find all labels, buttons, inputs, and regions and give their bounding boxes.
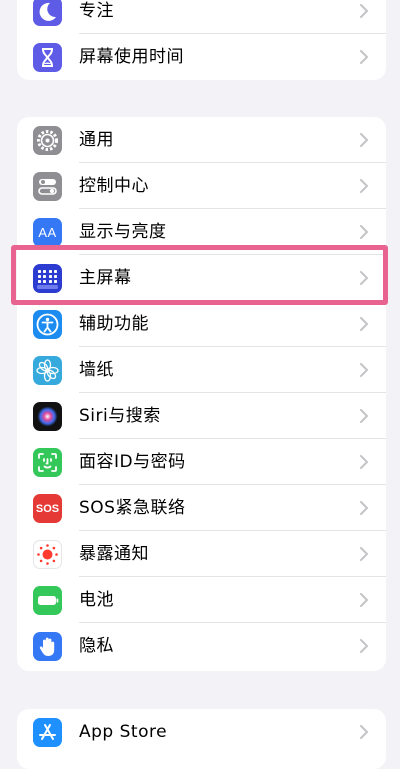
flower-icon	[33, 356, 62, 385]
settings-row-wallpaper[interactable]: 墙纸	[17, 347, 386, 393]
settings-row-control-center[interactable]: 控制中心	[17, 163, 386, 209]
chevron-right-icon	[360, 179, 368, 193]
chevron-right-icon	[360, 547, 368, 561]
exposure-icon	[33, 540, 62, 569]
battery-icon	[33, 586, 62, 615]
settings-row-label: App Store	[79, 722, 168, 742]
settings-group-app-store: App Store	[17, 709, 386, 769]
face-id-icon	[33, 448, 62, 477]
settings-row-focus[interactable]: 专注	[17, 0, 386, 34]
chevron-right-icon	[360, 4, 368, 18]
chevron-right-icon	[360, 50, 368, 64]
chevron-right-icon	[360, 593, 368, 607]
chevron-right-icon	[360, 455, 368, 469]
settings-row-label: 主屏幕	[79, 268, 132, 288]
sos-glyph: SOS	[35, 502, 60, 515]
settings-row-label: 显示与亮度	[79, 222, 167, 242]
settings-row-siri-search[interactable]: Siri与搜索	[17, 393, 386, 439]
settings-row-emergency-sos[interactable]: SOS SOS紧急联络	[17, 485, 386, 531]
app-store-icon	[33, 718, 62, 747]
chevron-right-icon	[360, 133, 368, 147]
settings-group-main: 通用 控制中心 AA 显示与亮度 主屏幕 辅助功能 墙纸 Siri与搜索 面容I…	[17, 117, 386, 671]
moon-icon	[33, 0, 62, 26]
settings-row-label: 控制中心	[79, 176, 149, 196]
settings-row-app-store[interactable]: App Store	[17, 709, 386, 755]
toggles-icon	[33, 172, 62, 201]
settings-row-label: 暴露通知	[79, 544, 149, 564]
settings-row-label: 面容ID与密码	[79, 452, 186, 472]
chevron-right-icon	[360, 725, 368, 739]
chevron-right-icon	[360, 225, 368, 239]
settings-row-label: 专注	[79, 1, 114, 21]
chevron-right-icon	[360, 409, 368, 423]
chevron-right-icon	[360, 317, 368, 331]
settings-row-label: Siri与搜索	[79, 406, 161, 426]
text-size-icon: AA	[33, 218, 62, 247]
settings-row-exposure-notifications[interactable]: 暴露通知	[17, 531, 386, 577]
settings-row-label: 屏幕使用时间	[79, 47, 184, 67]
sos-icon: SOS	[33, 494, 62, 523]
settings-row-accessibility[interactable]: 辅助功能	[17, 301, 386, 347]
settings-row-label: 隐私	[79, 636, 114, 656]
settings-row-label: 墙纸	[79, 360, 114, 380]
home-grid-icon	[33, 264, 62, 293]
text-size-glyph: AA	[38, 225, 57, 240]
settings-row-general[interactable]: 通用	[17, 117, 386, 163]
chevron-right-icon	[360, 501, 368, 515]
settings-row-label: SOS紧急联络	[79, 498, 186, 518]
siri-icon	[33, 402, 62, 431]
settings-row-label: 辅助功能	[79, 314, 149, 334]
settings-row-label: 电池	[79, 590, 114, 610]
settings-group-focus: 专注 屏幕使用时间	[17, 0, 386, 80]
chevron-right-icon	[360, 639, 368, 653]
accessibility-icon	[33, 310, 62, 339]
settings-row-battery[interactable]: 电池	[17, 577, 386, 623]
settings-row-label: 通用	[79, 130, 114, 150]
settings-row-display-brightness[interactable]: AA 显示与亮度	[17, 209, 386, 255]
settings-row-privacy[interactable]: 隐私	[17, 623, 386, 669]
chevron-right-icon	[360, 271, 368, 285]
settings-row-home-screen[interactable]: 主屏幕	[17, 255, 386, 301]
settings-row-face-id-passcode[interactable]: 面容ID与密码	[17, 439, 386, 485]
chevron-right-icon	[360, 363, 368, 377]
hand-icon	[33, 632, 62, 661]
gear-icon	[33, 126, 62, 155]
hourglass-icon	[33, 43, 62, 72]
settings-row-screen-time[interactable]: 屏幕使用时间	[17, 34, 386, 80]
